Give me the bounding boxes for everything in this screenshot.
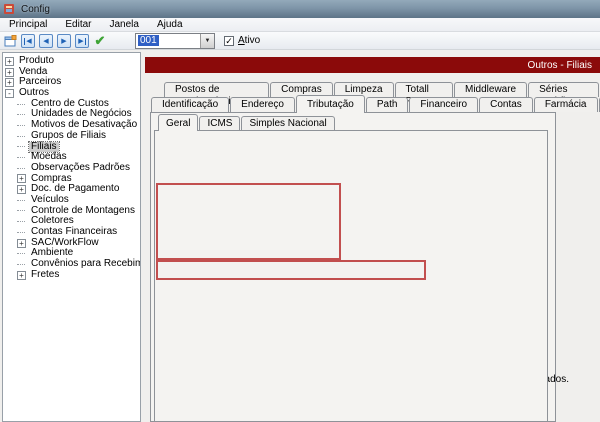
tree-connector bbox=[17, 200, 25, 201]
expand-icon[interactable]: + bbox=[17, 174, 26, 183]
tab-farmacia[interactable]: Farmácia bbox=[534, 97, 598, 112]
prior-record-icon: ◀ bbox=[43, 37, 48, 45]
ativo-label: Ativo bbox=[238, 35, 260, 46]
tree-item-fretes[interactable]: +Fretes bbox=[3, 270, 140, 281]
new-record-icon bbox=[4, 35, 17, 48]
config-tree: +Produto+Venda+Parceiros-OutrosCentro de… bbox=[2, 52, 141, 422]
tab-contas[interactable]: Contas bbox=[479, 97, 533, 112]
expand-icon[interactable]: + bbox=[5, 68, 14, 77]
tab-identificacao[interactable]: Identificação bbox=[151, 97, 229, 112]
tab-icms[interactable]: ICMS bbox=[199, 116, 240, 130]
confirm-button[interactable]: ✔ bbox=[93, 34, 107, 48]
menu-editar[interactable]: Editar bbox=[56, 18, 100, 32]
menu-bar: Principal Editar Janela Ajuda bbox=[0, 18, 600, 32]
tab-geral[interactable]: Geral bbox=[158, 114, 198, 131]
tree-item-filiais[interactable]: Filiais bbox=[3, 142, 140, 153]
tree-connector bbox=[17, 253, 25, 254]
expand-icon[interactable]: + bbox=[17, 271, 26, 280]
menu-principal[interactable]: Principal bbox=[0, 18, 56, 32]
toolbar: ◀ ◀ ▶ ▶ ✔ 001 ▼ ✓ Ativo bbox=[0, 32, 600, 50]
tree-connector bbox=[17, 221, 25, 222]
tree-item-convenios-para-recebimentos-c[interactable]: Convênios para Recebimentos c bbox=[3, 259, 140, 270]
ativo-checkbox[interactable]: ✓ Ativo bbox=[224, 35, 260, 46]
tab-path[interactable]: Path bbox=[366, 97, 409, 112]
tab-series-padrao[interactable]: Séries Padrão bbox=[528, 82, 599, 97]
config-window: Config Principal Editar Janela Ajuda ◀ ◀… bbox=[0, 0, 600, 422]
tree-connector bbox=[17, 136, 25, 137]
tree-connector bbox=[17, 104, 25, 105]
expand-icon[interactable]: + bbox=[5, 57, 14, 66]
new-record-button[interactable] bbox=[3, 34, 17, 48]
expand-icon[interactable]: + bbox=[5, 78, 14, 87]
ativo-checkbox-box[interactable]: ✓ bbox=[224, 36, 234, 46]
tree-item-grupos-de-filiais[interactable]: Grupos de Filiais bbox=[3, 131, 140, 142]
next-record-icon: ▶ bbox=[61, 37, 66, 45]
branch-combobox-value: 001 bbox=[138, 35, 159, 46]
tree-connector bbox=[17, 264, 25, 265]
menu-ajuda[interactable]: Ajuda bbox=[148, 18, 192, 32]
tab-tributacao[interactable]: Tributação bbox=[296, 95, 365, 113]
tree-item-label: Grupos de Filiais bbox=[29, 131, 108, 142]
collapse-icon[interactable]: - bbox=[5, 89, 14, 98]
expand-icon[interactable]: + bbox=[17, 185, 26, 194]
tree-connector bbox=[17, 232, 25, 233]
last-record-icon bbox=[85, 38, 86, 45]
prior-record-button[interactable]: ◀ bbox=[39, 34, 53, 48]
app-icon bbox=[4, 3, 16, 15]
inner-tab-row: GeralICMSSimples Nacional bbox=[158, 116, 336, 133]
confirm-check-icon: ✔ bbox=[95, 33, 106, 49]
tab-simples-nacional[interactable]: Simples Nacional bbox=[241, 116, 334, 130]
tree-connector bbox=[17, 114, 25, 115]
tree-item-doc-de-pagamento[interactable]: +Doc. de Pagamento bbox=[3, 184, 140, 195]
tab-financeiro[interactable]: Financeiro bbox=[409, 97, 478, 112]
tab-totall-pos[interactable]: Totall POS bbox=[395, 82, 453, 97]
tab-endereco[interactable]: Endereço bbox=[230, 97, 295, 112]
title-bar: Config bbox=[0, 0, 600, 18]
tree-item-label: Fretes bbox=[29, 270, 61, 281]
last-record-button[interactable]: ▶ bbox=[75, 34, 89, 48]
tree-connector bbox=[17, 125, 25, 126]
breadcrumb: Outros - Filiais bbox=[528, 60, 592, 71]
next-record-button[interactable]: ▶ bbox=[57, 34, 71, 48]
chevron-down-icon[interactable]: ▼ bbox=[200, 34, 214, 48]
tab-middleware[interactable]: Middleware bbox=[454, 82, 527, 97]
first-record-button[interactable]: ◀ bbox=[21, 34, 35, 48]
tab-postos-de-combustiveis[interactable]: Postos de Combustíveis bbox=[164, 82, 269, 97]
expand-icon[interactable]: + bbox=[17, 239, 26, 248]
tree-item-observacoes-padroes[interactable]: Observações Padrões bbox=[3, 163, 140, 174]
inner-tab-page-geral bbox=[154, 130, 548, 422]
tree-connector bbox=[17, 168, 25, 169]
tab-row-1: Postos de CombustíveisComprasLimpezaTota… bbox=[164, 82, 600, 97]
tree-connector bbox=[17, 157, 25, 158]
branch-combobox[interactable]: 001 ▼ bbox=[135, 33, 215, 49]
tree-item-label: Observações Padrões bbox=[29, 163, 132, 174]
tree-connector bbox=[17, 210, 25, 211]
section-header: Outros - Filiais bbox=[145, 57, 600, 73]
tree-connector bbox=[17, 146, 25, 147]
first-record-icon bbox=[24, 38, 25, 45]
menu-janela[interactable]: Janela bbox=[100, 18, 147, 32]
window-title: Config bbox=[21, 4, 50, 15]
